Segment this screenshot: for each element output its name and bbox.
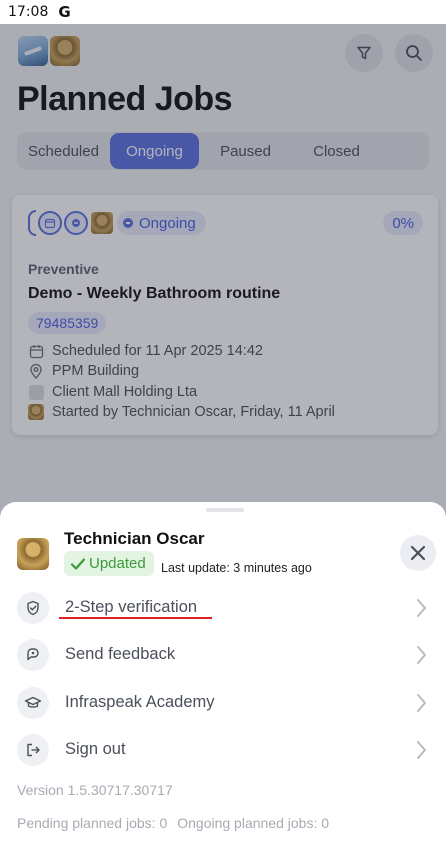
job-counts: Pending planned jobs: 0 Ongoing planned …: [17, 815, 329, 831]
feedback-icon: [17, 639, 49, 671]
sheet-drag-handle[interactable]: [206, 508, 244, 512]
menu-item-infraspeak-academy[interactable]: Infraspeak Academy: [0, 682, 446, 726]
menu-item-2-step-verification[interactable]: 2-Step verification: [0, 587, 446, 631]
graduation-cap-icon: [17, 687, 49, 719]
sign-out-icon: [17, 734, 49, 766]
pending-jobs-count: Pending planned jobs: 0: [17, 815, 168, 831]
annotation-underline: [59, 617, 212, 619]
profile-avatar: [17, 538, 49, 570]
sync-status-badge: Updated: [64, 551, 154, 576]
google-icon: G: [58, 3, 71, 21]
menu-label: Infraspeak Academy: [65, 693, 215, 711]
ongoing-jobs-count: Ongoing planned jobs: 0: [177, 815, 330, 831]
menu-label: Sign out: [65, 740, 126, 758]
shield-check-icon: [17, 592, 49, 624]
close-button[interactable]: [400, 535, 436, 571]
menu-label: 2-Step verification: [65, 598, 198, 616]
chevron-right-icon: [417, 646, 426, 664]
menu-item-sign-out[interactable]: Sign out: [0, 729, 446, 773]
sync-status-label: Updated: [89, 555, 146, 572]
profile-bottom-sheet: Technician Oscar Updated Last update: 3 …: [0, 502, 446, 844]
menu-item-send-feedback[interactable]: Send feedback: [0, 634, 446, 678]
check-icon: [70, 557, 86, 570]
profile-user-name: Technician Oscar: [64, 529, 205, 548]
menu-label: Send feedback: [65, 645, 176, 663]
app-version: Version 1.5.30717.30717: [17, 782, 173, 798]
chevron-right-icon: [417, 694, 426, 712]
system-status-bar: 17:08 G: [0, 0, 446, 24]
status-time: 17:08: [8, 4, 49, 20]
chevron-right-icon: [417, 599, 426, 617]
last-update-text: Last update: 3 minutes ago: [161, 561, 312, 575]
chevron-right-icon: [417, 741, 426, 759]
close-icon: [410, 545, 426, 561]
